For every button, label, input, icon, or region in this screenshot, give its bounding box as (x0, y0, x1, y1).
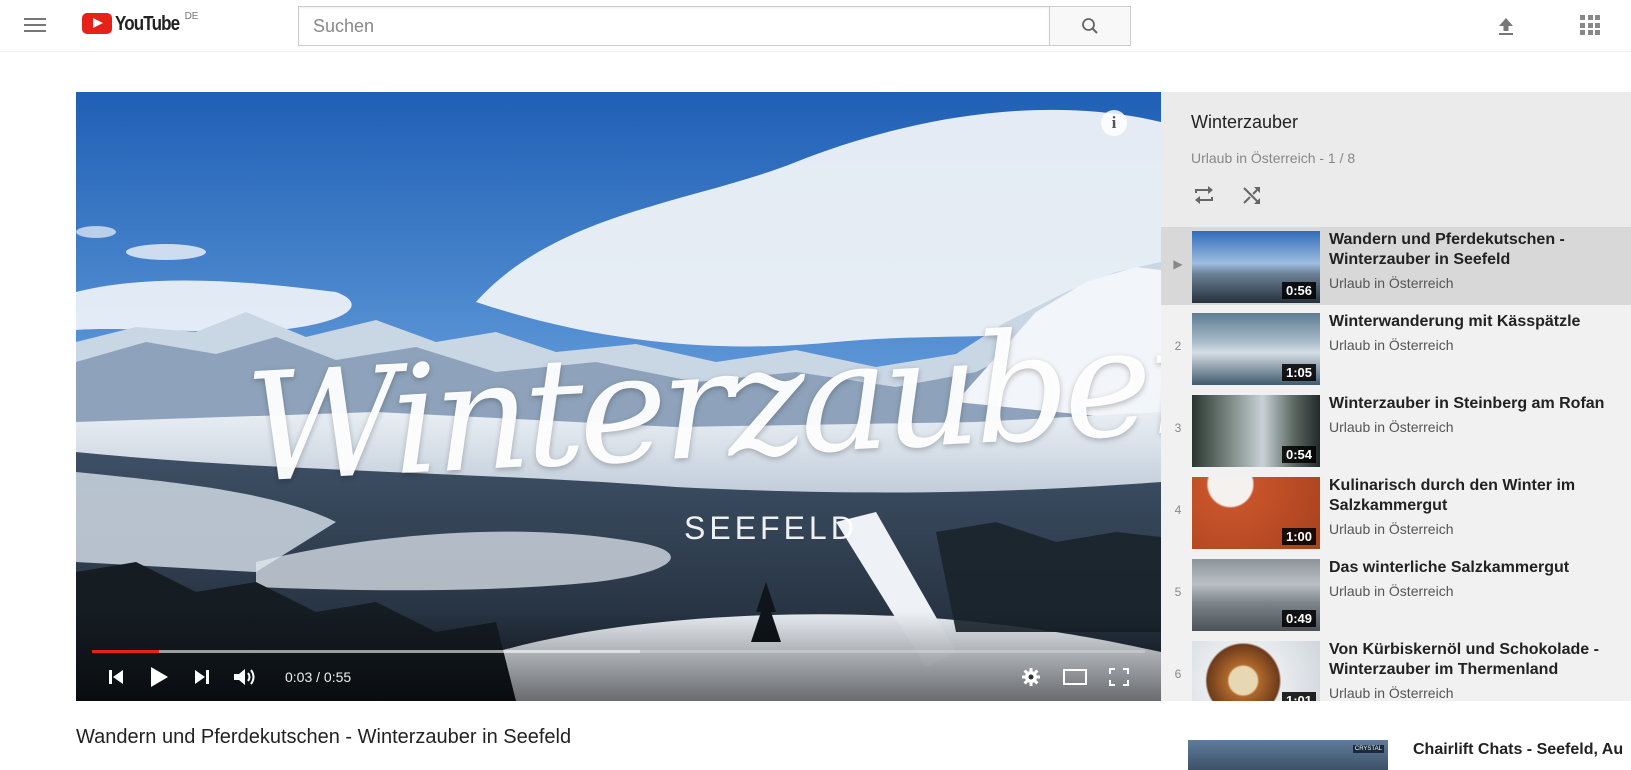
theater-button[interactable] (1060, 663, 1090, 691)
playlist-index: 3 (1174, 421, 1182, 435)
channel-name: Urlaub in Österreich (1329, 275, 1454, 291)
settings-button[interactable] (1016, 663, 1046, 691)
video-title: Winterzauber in Steinberg am Rofan (1329, 395, 1605, 412)
playlist-panel: Winterzauber Urlaub in Österreich - 1 / … (1161, 92, 1631, 701)
fullscreen-icon (1109, 668, 1129, 686)
video-title: Winterwanderung mit Kässpätzle (1329, 313, 1581, 330)
video-title: Chairlift Chats - Seefeld, Au (1413, 741, 1624, 758)
country-code: DE (184, 11, 199, 22)
video-duration: 1:05 (1281, 364, 1316, 381)
video-thumbnail: 1:01 (1192, 641, 1320, 701)
playlist-title[interactable]: Winterzauber (1191, 112, 1298, 133)
progress-buffered (92, 650, 640, 653)
playlist-item[interactable]: 3 0:54 Winterzauber in Steinberg am Rofa… (1161, 391, 1631, 469)
video-duration: 1:00 (1281, 528, 1316, 545)
playlist-index: 2 (1174, 339, 1182, 353)
search-button[interactable] (1049, 6, 1131, 46)
prev-icon (109, 670, 123, 684)
settings-icon (1022, 668, 1040, 686)
video-title: Von Kürbiskernöl und Schokolade - Winter… (1329, 641, 1599, 678)
playlist-item[interactable]: ▶ 0:56 Wandern und Pferdekutschen - Wint… (1161, 227, 1631, 305)
video-thumbnail: CRYSTAL (1188, 740, 1388, 770)
video-duration: 0:54 (1281, 446, 1316, 463)
search-input[interactable] (298, 6, 1049, 46)
time-display: 0:03 / 0:55 (285, 669, 352, 685)
fullscreen-button[interactable] (1104, 663, 1134, 691)
playlist-index: 4 (1174, 503, 1182, 517)
video-title: Kulinarisch durch den Winter im Salzkamm… (1329, 477, 1576, 514)
playlist-item[interactable]: 2 1:05 Winterwanderung mit Kässpätzle Ur… (1161, 309, 1631, 387)
video-thumbnail: 1:05 (1192, 313, 1320, 385)
progress-played (92, 650, 160, 653)
video-title: Das winterliche Salzkammergut (1329, 559, 1570, 576)
channel-name: Urlaub in Österreich (1329, 583, 1454, 599)
video-thumbnail: 1:00 (1192, 477, 1320, 549)
playlist-item[interactable]: 5 0:49 Das winterliche Salzkammergut Url… (1161, 555, 1631, 633)
video-duration: 1:01 (1281, 692, 1316, 701)
video-duration: 0:56 (1281, 282, 1316, 299)
next-icon (195, 670, 209, 684)
theater-icon (1063, 669, 1087, 685)
channel-name: Urlaub in Österreich (1329, 521, 1454, 537)
search-bar (298, 6, 1131, 46)
playlist-index: 5 (1174, 585, 1182, 599)
play-icon (151, 667, 168, 687)
channel-badge: CRYSTAL (1352, 745, 1384, 753)
upload-icon[interactable] (1494, 14, 1518, 38)
channel-name: Urlaub in Österreich (1329, 337, 1454, 353)
volume-icon (234, 669, 255, 685)
logo-text: YouTube (115, 13, 180, 35)
video-frame (76, 92, 1161, 701)
playlist-index: 6 (1174, 667, 1182, 681)
prev-button[interactable] (102, 663, 130, 691)
shuffle-icon[interactable] (1241, 184, 1263, 206)
loop-icon[interactable] (1193, 184, 1215, 206)
volume-button[interactable] (228, 663, 262, 691)
recommended-video[interactable]: CRYSTAL Chairlift Chats - Seefeld, Au (1188, 740, 1631, 770)
play-button[interactable] (144, 663, 174, 691)
video-player[interactable]: Winterzauber SEEFELD i 0:03 / 0:55 (76, 92, 1161, 701)
youtube-play-icon (82, 13, 112, 34)
info-icon[interactable]: i (1101, 110, 1127, 136)
video-title-heading: Wandern und Pferdekutschen - Winterzaube… (76, 726, 572, 748)
video-duration: 0:49 (1281, 610, 1316, 627)
playlist-now-playing-icon: ▶ (1173, 257, 1183, 271)
video-thumbnail: 0:49 (1192, 559, 1320, 631)
masthead: YouTube DE (0, 0, 1631, 52)
playlist-subtitle[interactable]: Urlaub in Österreich - 1 / 8 (1191, 150, 1355, 166)
search-icon (1082, 18, 1098, 34)
progress-bar[interactable] (92, 650, 1145, 653)
channel-name: Urlaub in Österreich (1329, 419, 1454, 435)
channel-name: Urlaub in Österreich (1329, 685, 1454, 701)
playlist-item[interactable]: 6 1:01 Von Kürbiskernöl und Schokolade -… (1161, 637, 1631, 701)
next-button[interactable] (188, 663, 216, 691)
video-thumbnail: 0:56 (1192, 231, 1320, 303)
video-title: Wandern und Pferdekutschen - Winterzaube… (1329, 231, 1565, 268)
youtube-logo[interactable]: YouTube DE (82, 11, 199, 35)
playlist-item[interactable]: 4 1:00 Kulinarisch durch den Winter im S… (1161, 473, 1631, 551)
video-thumbnail: 0:54 (1192, 395, 1320, 467)
playlist-header: Winterzauber Urlaub in Österreich - 1 / … (1161, 92, 1631, 227)
apps-icon[interactable] (1580, 15, 1600, 35)
menu-icon[interactable] (24, 14, 46, 36)
